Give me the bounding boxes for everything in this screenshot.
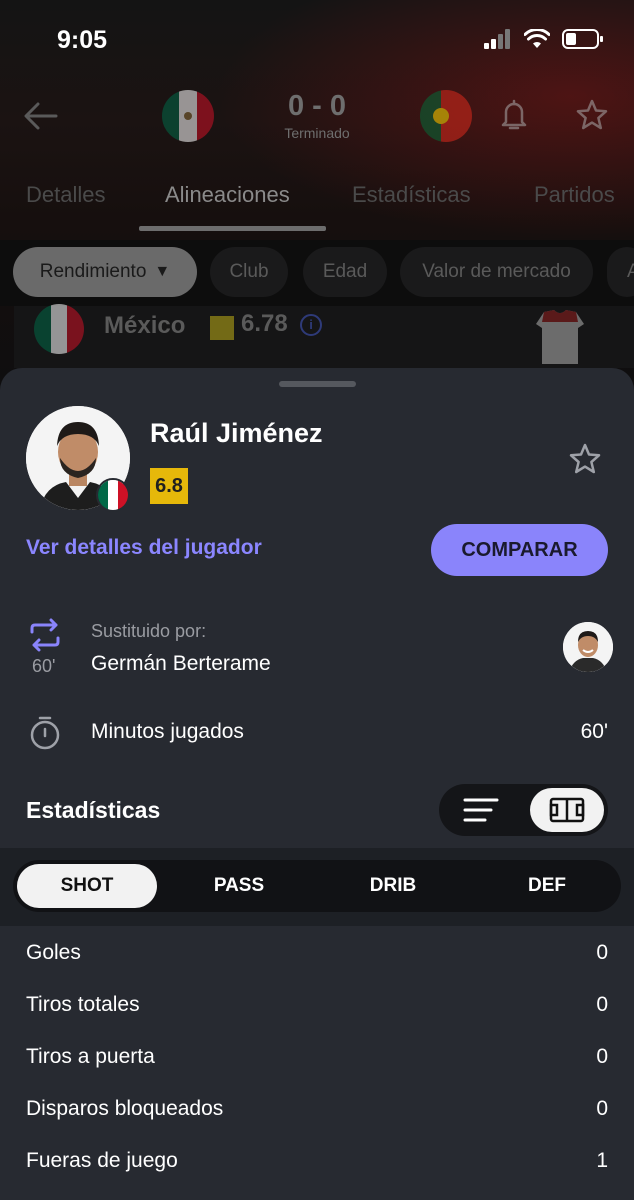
match-tabs: Detalles Alineaciones Estadísticas Parti…: [0, 170, 634, 232]
back-button[interactable]: [22, 97, 60, 140]
team-row: México 6.78 i: [14, 304, 634, 368]
status-bar: 9:05: [0, 0, 634, 80]
player-name: Raúl Jiménez: [150, 418, 323, 448]
stat-row: Disparos bloqueados 0: [26, 1097, 608, 1137]
portugal-flag-icon: [420, 90, 472, 142]
rating-square-icon: [210, 316, 234, 340]
mexico-flag-icon: [96, 478, 130, 512]
chip-edad[interactable]: Edad: [303, 247, 387, 297]
status-time: 9:05: [57, 26, 108, 54]
tab-def[interactable]: DEF: [477, 864, 617, 908]
stat-row: Goles 0: [26, 941, 608, 981]
tab-partidos[interactable]: Partidos: [534, 182, 615, 208]
stat-row: Tiros totales 0: [26, 993, 608, 1033]
star-icon: [576, 99, 608, 130]
arrow-left-icon: [24, 102, 58, 130]
sheet-drag-handle[interactable]: [279, 381, 356, 387]
stats-view-toggle: [439, 784, 608, 836]
list-icon: [463, 798, 499, 822]
stat-category-bar: SHOT PASS DRIB DEF: [0, 848, 634, 926]
filter-chips: Rendimiento ▼ Club Edad Valor de mercado…: [0, 240, 634, 306]
signal-icon: [484, 29, 510, 49]
stat-category-tabs: SHOT PASS DRIB DEF: [13, 860, 621, 912]
pitch-icon: [549, 797, 585, 823]
star-icon: [569, 443, 601, 474]
tab-estadisticas[interactable]: Estadísticas: [352, 182, 471, 208]
list-view-button[interactable]: [453, 794, 509, 826]
stat-label: Tiros totales: [26, 993, 140, 1016]
stat-value: 0: [596, 993, 608, 1016]
stat-row: Tiros a puerta 0: [26, 1045, 608, 1085]
substitute-photo-icon: [563, 622, 613, 672]
minutes-played-value: 60': [580, 720, 608, 743]
chip-label: Rendimiento: [39, 261, 147, 282]
notifications-button[interactable]: [499, 98, 529, 137]
stat-value: 0: [596, 941, 608, 964]
status-icons: [484, 28, 604, 50]
player-rating-badge: 6.8: [150, 468, 188, 504]
substitution-icon: [30, 618, 60, 652]
bell-icon: [501, 99, 527, 130]
tab-detalles[interactable]: Detalles: [26, 182, 105, 208]
wifi-icon: [524, 29, 550, 48]
chip-rendimiento[interactable]: Rendimiento ▼: [13, 247, 197, 297]
caret-down-icon: ▼: [154, 263, 171, 280]
mexico-flag-icon: [162, 90, 214, 142]
match-status: Terminado: [284, 125, 350, 141]
mexico-flag-icon: [34, 304, 84, 354]
chip-valor-mercado[interactable]: Valor de mercado: [400, 247, 593, 297]
chip-partial[interactable]: A: [607, 247, 634, 297]
favorite-match-button[interactable]: [575, 98, 609, 137]
player-details-link[interactable]: Ver detalles del jugador: [26, 536, 262, 560]
team-rating: 6.78: [241, 310, 288, 337]
tab-pass[interactable]: PASS: [169, 864, 309, 908]
substitution-minute: 60': [32, 656, 56, 676]
stat-value: 0: [596, 1097, 608, 1120]
shirt-icon: [536, 310, 584, 364]
stat-label: Tiros a puerta: [26, 1045, 155, 1068]
player-bottom-sheet: Raúl Jiménez 6.8 Ver detalles del jugado…: [0, 368, 634, 1200]
battery-icon: [562, 29, 603, 49]
favorite-player-button[interactable]: [568, 442, 602, 481]
tab-shot[interactable]: SHOT: [17, 864, 157, 908]
match-score: 0 - 0: [287, 90, 347, 122]
tab-alineaciones[interactable]: Alineaciones: [165, 182, 290, 208]
compare-button[interactable]: COMPARAR: [431, 524, 608, 576]
tab-drib[interactable]: DRIB: [323, 864, 463, 908]
stat-label: Goles: [26, 941, 81, 964]
stat-row: Fueras de juego 1: [26, 1149, 608, 1189]
info-icon[interactable]: i: [300, 314, 322, 336]
team-name: México: [104, 312, 186, 339]
stats-title: Estadísticas: [26, 797, 161, 823]
chip-club[interactable]: Club: [210, 247, 288, 297]
minutes-played-label: Minutos jugados: [91, 720, 244, 743]
stopwatch-icon: [30, 716, 60, 750]
stat-value: 0: [596, 1045, 608, 1068]
match-header: 0 - 0 Terminado: [0, 80, 634, 160]
substitute-player-name[interactable]: Germán Berterame: [91, 652, 271, 676]
stat-value: 1: [596, 1149, 608, 1172]
active-tab-indicator: [139, 226, 326, 231]
stat-label: Disparos bloqueados: [26, 1097, 224, 1120]
pitch-view-button[interactable]: [530, 788, 604, 832]
stat-label: Fueras de juego: [26, 1149, 178, 1172]
substitute-avatar[interactable]: [563, 622, 613, 672]
substitution-label: Sustituido por:: [91, 621, 207, 641]
